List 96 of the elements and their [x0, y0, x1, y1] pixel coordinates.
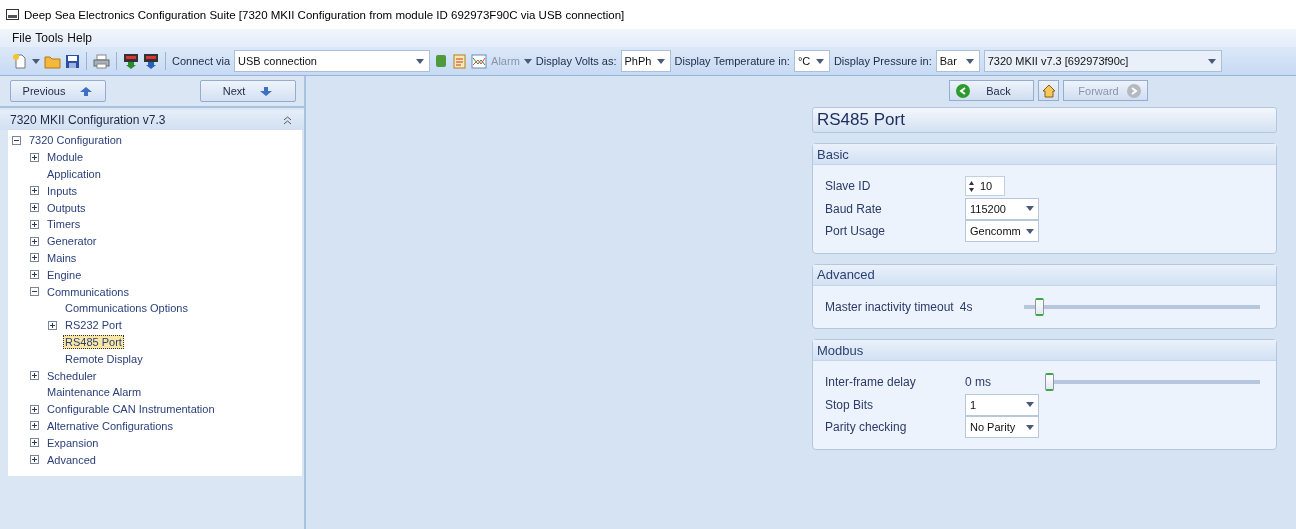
dropdown-field[interactable]: 1 — [965, 393, 1039, 416]
next-button[interactable]: Next — [200, 80, 296, 102]
slider-reading: 4s — [959, 299, 974, 314]
sidebar-header: 7320 MKII Configuration v7.3 — [10, 113, 166, 127]
dropdown-field[interactable]: 115200 — [965, 197, 1039, 220]
collapse-icon[interactable] — [12, 135, 21, 145]
download-icon[interactable] — [143, 53, 159, 69]
tree-item[interactable]: Timers — [45, 217, 83, 232]
dropdown-field[interactable]: Gencomm — [965, 220, 1039, 243]
spinner-field[interactable]: 10 — [965, 176, 1005, 197]
caret-icon — [32, 58, 40, 64]
field-label: Port Usage — [825, 224, 887, 239]
field-label: Parity checking — [825, 420, 908, 435]
caret-icon — [1207, 58, 1216, 64]
expand-icon[interactable] — [30, 270, 39, 280]
module-dropdown[interactable]: 7320 MKII v7.3 [692973f90c] — [983, 50, 1222, 72]
field-label: Master inactivity timeout — [825, 299, 954, 314]
down-arrow-icon — [259, 86, 274, 96]
tree-item[interactable]: Scheduler — [45, 368, 99, 383]
expand-icon[interactable] — [48, 320, 57, 330]
book-icon[interactable] — [434, 54, 449, 68]
tree-item[interactable]: RS232 Port — [63, 318, 124, 333]
app-logo-icon — [6, 9, 19, 20]
volts-label: Display Volts as: — [535, 55, 617, 67]
save-icon[interactable] — [65, 53, 80, 69]
expand-icon[interactable] — [30, 371, 39, 381]
home-button[interactable] — [1038, 80, 1059, 101]
menu-item[interactable]: Help — [67, 31, 93, 45]
expand-icon[interactable] — [30, 203, 39, 213]
tree-item[interactable]: Generator — [45, 234, 99, 249]
field-label: Inter-frame delay — [825, 375, 917, 390]
connection-dropdown[interactable]: USB connection — [234, 50, 431, 72]
tree-item[interactable]: Maintenance Alarm — [45, 385, 144, 400]
tree-item[interactable]: Application — [45, 167, 103, 181]
tree-item[interactable]: 7320 Configuration — [27, 133, 124, 148]
expand-icon[interactable] — [30, 438, 39, 448]
tree-item[interactable]: Communications — [45, 284, 131, 299]
back-button[interactable]: Back — [949, 80, 1034, 101]
caret-icon — [1026, 402, 1034, 408]
window-title: Deep Sea Electronics Configuration Suite [7320 MKII Configuration from module ID 692973F90C via USB connection] — [24, 8, 625, 21]
tree-item[interactable]: RS485 Port — [63, 334, 124, 349]
field-label: Baud Rate — [825, 201, 883, 216]
volts-dropdown[interactable]: PhPh — [620, 50, 671, 72]
menu-item[interactable]: File — [12, 31, 32, 45]
field-label: Stop Bits — [825, 397, 875, 412]
caret-icon — [965, 58, 974, 64]
expand-icon[interactable] — [30, 186, 39, 196]
tree-item[interactable]: Advanced — [45, 452, 98, 467]
spinner-arrows-icon[interactable] — [969, 180, 974, 192]
menu-item[interactable]: Tools — [35, 31, 64, 45]
collapse-chevron-icon[interactable] — [283, 115, 292, 125]
tree-item[interactable]: Expansion — [45, 435, 101, 450]
slider-thumb[interactable] — [1045, 373, 1054, 392]
home-icon — [1041, 83, 1056, 98]
group-title: Basic — [817, 146, 849, 162]
pressure-label: Display Pressure in: — [833, 55, 932, 67]
pressure-dropdown[interactable]: Bar — [935, 50, 980, 72]
previous-button[interactable]: Previous — [10, 80, 106, 102]
tree-item[interactable]: Alternative Configurations — [45, 418, 175, 433]
tree-item[interactable]: Outputs — [45, 200, 88, 215]
caret-icon — [1026, 228, 1034, 234]
caret-icon — [416, 58, 425, 64]
slider-reading: 0 ms — [965, 375, 992, 390]
caret-icon — [523, 58, 532, 64]
page-title: RS485 Port — [817, 110, 905, 130]
caret-icon — [1026, 424, 1034, 430]
temperature-dropdown[interactable]: °C — [793, 50, 830, 72]
tree-item[interactable]: Inputs — [45, 183, 79, 198]
dropdown-field[interactable]: No Parity — [965, 416, 1039, 439]
expand-icon[interactable] — [30, 236, 39, 246]
expand-icon[interactable] — [30, 421, 39, 431]
tree-item[interactable]: Remote Display — [63, 351, 145, 366]
up-arrow-icon — [79, 86, 94, 96]
tree-item[interactable]: Communications Options — [63, 301, 190, 316]
group-title: Advanced — [817, 267, 875, 282]
tree-item[interactable]: Mains — [45, 250, 79, 265]
tree-item[interactable]: Module — [45, 150, 86, 165]
field-label: Slave ID — [825, 179, 872, 194]
upload-icon[interactable] — [123, 53, 139, 69]
caret-icon — [1026, 206, 1034, 212]
expand-icon[interactable] — [30, 404, 39, 414]
expand-icon[interactable] — [30, 152, 39, 162]
expand-icon[interactable] — [30, 253, 39, 263]
expand-icon[interactable] — [30, 219, 39, 229]
collapse-icon[interactable] — [30, 287, 39, 297]
tree-item[interactable]: Engine — [45, 267, 84, 282]
chart-icon[interactable] — [471, 53, 488, 69]
temperature-label: Display Temperature in: — [674, 55, 790, 67]
connect-label: Connect via — [172, 55, 231, 67]
expand-icon[interactable] — [30, 455, 39, 465]
slider-thumb[interactable] — [1035, 297, 1045, 316]
caret-icon — [815, 58, 824, 64]
tree-item[interactable]: Configurable CAN Instrumentation — [45, 402, 217, 417]
caret-icon — [656, 58, 665, 64]
print-icon[interactable] — [93, 53, 110, 69]
group-title: Modbus — [817, 342, 864, 358]
